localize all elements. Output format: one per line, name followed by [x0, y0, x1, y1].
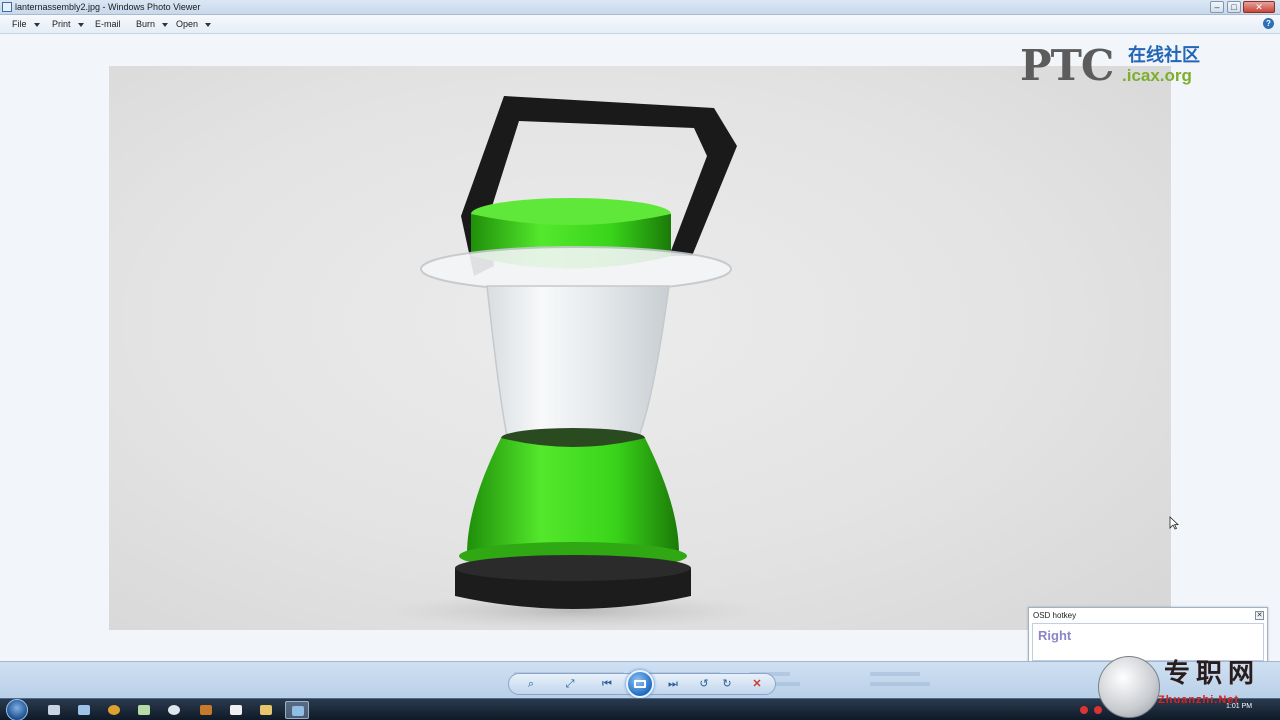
taskbar-item-archive[interactable] [194, 701, 218, 719]
menu-open-label: Open [176, 19, 199, 29]
photo-viewer-icon [2, 2, 12, 12]
mouse-cursor-icon [1169, 516, 1179, 530]
rotate-clockwise-button[interactable]: ↻ [719, 677, 735, 691]
chevron-down-icon [33, 22, 40, 27]
menu-bar: File Print E-mail Burn Open ? [0, 15, 1280, 34]
menu-email[interactable]: E-mail [95, 18, 121, 31]
menu-file[interactable]: File [12, 18, 40, 31]
menu-print[interactable]: Print [52, 18, 84, 31]
previous-button[interactable]: ⏮ [598, 677, 616, 691]
slideshow-button[interactable] [626, 670, 654, 698]
lantern-green-base [467, 438, 679, 554]
lantern-foot-top [455, 555, 691, 581]
lantern-photo [109, 66, 1171, 630]
taskbar-item-settings[interactable] [162, 701, 186, 719]
folder-icon [260, 705, 272, 715]
desktop-icon [48, 705, 60, 715]
watermark-brand: PTC [1020, 41, 1114, 90]
taskbar: 1:01 PM [0, 698, 1280, 720]
fit-window-icon[interactable]: ⤢ [562, 677, 578, 691]
menu-file-label: File [12, 19, 27, 29]
tray-alert-icon[interactable] [1080, 706, 1088, 714]
taskbar-item-chrome[interactable] [102, 701, 126, 719]
taskbar-item-show-desktop[interactable] [42, 701, 66, 719]
menu-open[interactable]: Open [176, 18, 212, 31]
menu-print-label: Print [52, 19, 71, 29]
photo-viewer-icon [292, 706, 304, 716]
menu-burn[interactable]: Burn [136, 18, 169, 31]
osd-title: OSD hotkey [1033, 611, 1077, 620]
delete-button[interactable]: ✕ [749, 677, 765, 691]
taskbar-item-app[interactable] [132, 701, 156, 719]
window-title: lanternassembly2.jpg - Windows Photo Vie… [15, 2, 201, 12]
soccer-ball-logo-icon [1098, 656, 1160, 718]
menu-email-label: E-mail [95, 19, 121, 29]
maximize-button[interactable]: □ [1227, 1, 1241, 13]
taskbar-item-explorer[interactable] [72, 701, 96, 719]
window-icon [78, 705, 90, 715]
watermark-cn: 在线社区 [1128, 45, 1200, 65]
terminal-icon [230, 705, 242, 715]
menu-burn-label: Burn [136, 19, 156, 29]
chevron-down-icon [77, 22, 84, 27]
osd-close-button[interactable]: ✕ [1255, 611, 1264, 620]
title-bar: lanternassembly2.jpg - Windows Photo Vie… [0, 0, 1280, 15]
browser-icon [108, 705, 120, 715]
help-icon[interactable]: ? [1263, 18, 1274, 29]
zhuanzhi-cn: 专职网 [1164, 658, 1261, 688]
lantern-shade-rim [420, 246, 732, 292]
gear-icon [168, 705, 180, 715]
taskbar-item-photo-viewer[interactable] [285, 701, 309, 719]
start-button[interactable] [6, 699, 28, 720]
taskbar-item-folder[interactable] [254, 701, 278, 719]
close-button[interactable]: ✕ [1243, 1, 1275, 13]
archive-icon [200, 705, 212, 715]
lantern-render [384, 96, 764, 629]
app-icon [138, 705, 150, 715]
slideshow-icon [634, 680, 646, 688]
chevron-down-icon [205, 22, 212, 27]
ptc-watermark: PTC 在线社区 .icax.org [1020, 44, 1220, 92]
zoom-icon[interactable]: ⌕ [522, 677, 540, 691]
rotate-counterclockwise-button[interactable]: ↺ [696, 677, 712, 691]
watermark-domain: .icax.org [1122, 66, 1192, 85]
osd-value: Right [1038, 628, 1072, 643]
next-button[interactable]: ⏭ [664, 677, 682, 691]
zhuanzhi-watermark: 专职网 Zhuanzhi.Net [1098, 654, 1280, 720]
minimize-button[interactable]: – [1210, 1, 1224, 13]
taskbar-item-terminal[interactable] [224, 701, 248, 719]
chevron-down-icon [162, 22, 169, 27]
lantern-glass [486, 285, 670, 437]
zhuanzhi-en: Zhuanzhi.Net [1158, 694, 1240, 706]
